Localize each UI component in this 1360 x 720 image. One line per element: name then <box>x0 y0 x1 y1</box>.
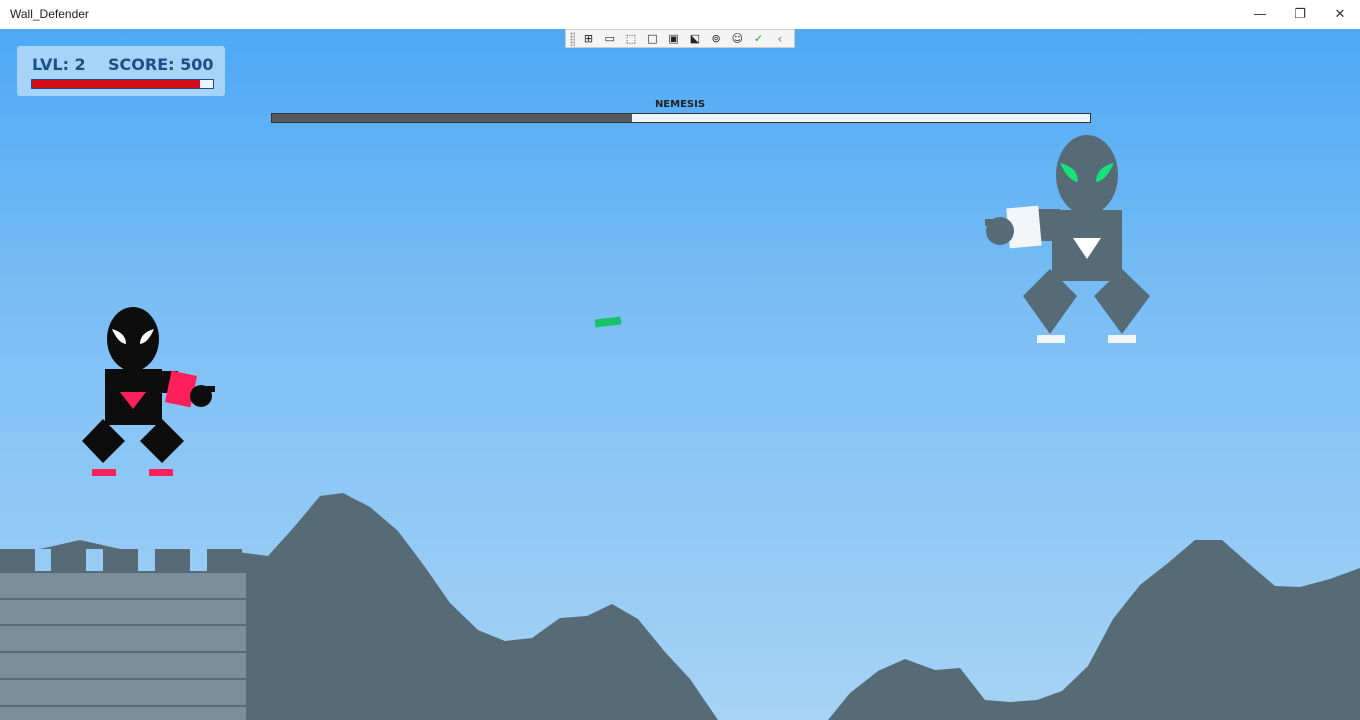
hud-panel: LVL: 2 SCORE: 500 <box>17 46 225 96</box>
track-focus-icon[interactable]: ▣ <box>666 31 680 47</box>
preview-selection-icon[interactable]: ⬕ <box>688 31 702 47</box>
video-camera-icon[interactable]: ▭ <box>603 31 617 47</box>
boss-name-label: NEMESIS <box>654 99 706 110</box>
live-visual-tree-icon[interactable]: ⊞ <box>581 31 595 47</box>
level-label: LVL: 2 <box>32 55 86 74</box>
score-label: SCORE: 500 <box>108 55 214 74</box>
boss-health-fill <box>272 114 632 122</box>
collapse-chevron-icon[interactable]: ‹ <box>773 31 787 47</box>
display-layout-adorners-icon[interactable]: □ <box>645 31 659 47</box>
window-title: Wall_Defender <box>10 7 89 21</box>
castle-wall <box>0 549 248 720</box>
distant-hill <box>40 540 120 549</box>
toolbar-grip-handle[interactable] <box>570 31 576 46</box>
player-character <box>82 307 215 476</box>
game-canvas[interactable]: LVL: 2 SCORE: 500 NEMESIS ⊞ ▭ ⬚ □ ▣ ⬕ ⊚ … <box>0 29 1360 720</box>
boss-health-bar <box>271 113 1091 123</box>
nemesis-enemy <box>985 135 1150 343</box>
player-health-fill <box>32 80 201 88</box>
minimize-button[interactable]: — <box>1240 0 1280 29</box>
mountain-right <box>828 540 1360 720</box>
window-title-bar: Wall_Defender — ❐ ✕ <box>0 0 1360 29</box>
checkmark-icon[interactable]: ✓ <box>751 31 765 47</box>
binding-failures-icon[interactable]: ⊚ <box>709 31 723 47</box>
player-health-bar <box>31 79 214 89</box>
game-scene <box>0 135 1360 720</box>
xaml-debug-toolbar: ⊞ ▭ ⬚ □ ▣ ⬕ ⊚ ☺ ✓ ‹ <box>565 29 795 48</box>
mountain-left <box>230 493 718 720</box>
close-button[interactable]: ✕ <box>1320 0 1360 29</box>
maximize-button[interactable]: ❐ <box>1280 0 1320 29</box>
select-element-icon[interactable]: ⬚ <box>624 31 638 47</box>
accessibility-icon[interactable]: ☺ <box>730 31 744 47</box>
energy-projectile <box>594 316 622 328</box>
